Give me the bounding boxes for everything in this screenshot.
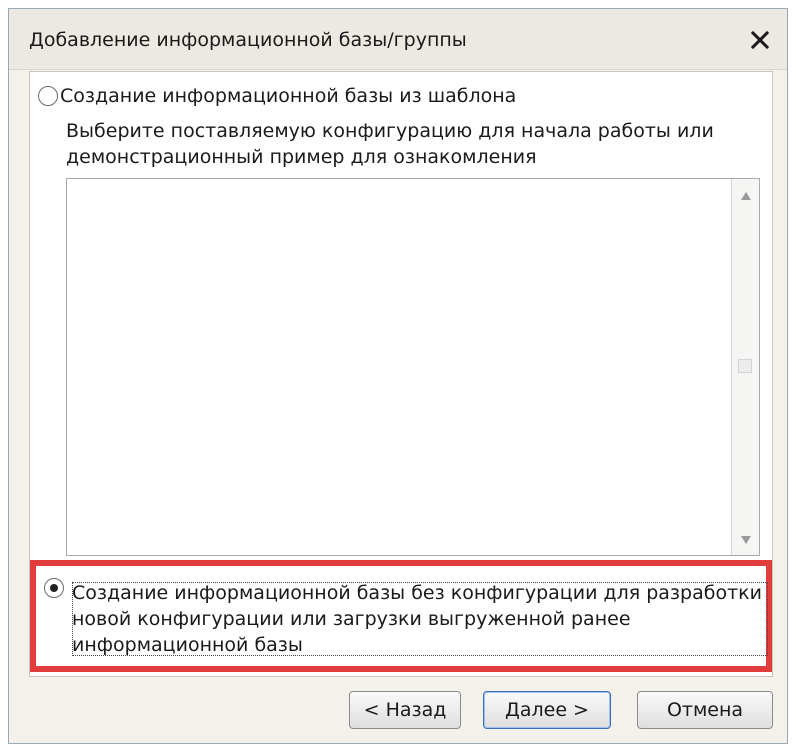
scroll-up-button[interactable] [732,181,759,209]
window-title: Добавление информационной базы/группы [29,29,467,51]
option-empty-label-line[interactable]: новой конфигурации или загрузки выгружен… [72,606,772,632]
option-empty-label-line[interactable]: информационной базы [72,632,772,658]
dialog-window: Добавление информационной базы/группы Со… [8,8,788,744]
next-button[interactable]: Далее > [483,691,611,729]
title-bar: Добавление информационной базы/группы [9,9,787,70]
template-description-line: Выберите поставляемую конфигурацию для н… [66,120,714,142]
option-empty-radio[interactable] [44,578,64,598]
template-list[interactable] [66,178,760,556]
wizard-content: Создание информационной базы из шаблона … [29,71,773,677]
close-button[interactable] [743,23,777,57]
scroll-up-arrow-icon [740,186,752,205]
option-empty-label-line[interactable]: Создание информационной базы без конфигу… [72,580,772,606]
cancel-button[interactable]: Отмена [637,691,773,729]
highlight-frame: Создание информационной базы без конфигу… [30,560,772,672]
template-description: Выберите поставляемую конфигурацию для н… [66,118,766,170]
close-icon [751,31,769,49]
template-list-scrollbar[interactable] [731,179,759,555]
scroll-thumb[interactable] [738,359,752,373]
radio-selected-dot [50,584,58,592]
option-template-radio[interactable] [38,86,58,106]
option-empty-label[interactable]: Создание информационной базы без конфигу… [72,580,772,658]
option-template-row[interactable]: Создание информационной базы из шаблона [38,83,516,109]
back-button[interactable]: < Назад [349,691,461,729]
scroll-down-button[interactable] [732,525,759,553]
option-template-label[interactable]: Создание информационной базы из шаблона [60,83,516,109]
scroll-down-arrow-icon [740,530,752,549]
template-description-line: демонстрационный пример для ознакомления [66,146,537,168]
